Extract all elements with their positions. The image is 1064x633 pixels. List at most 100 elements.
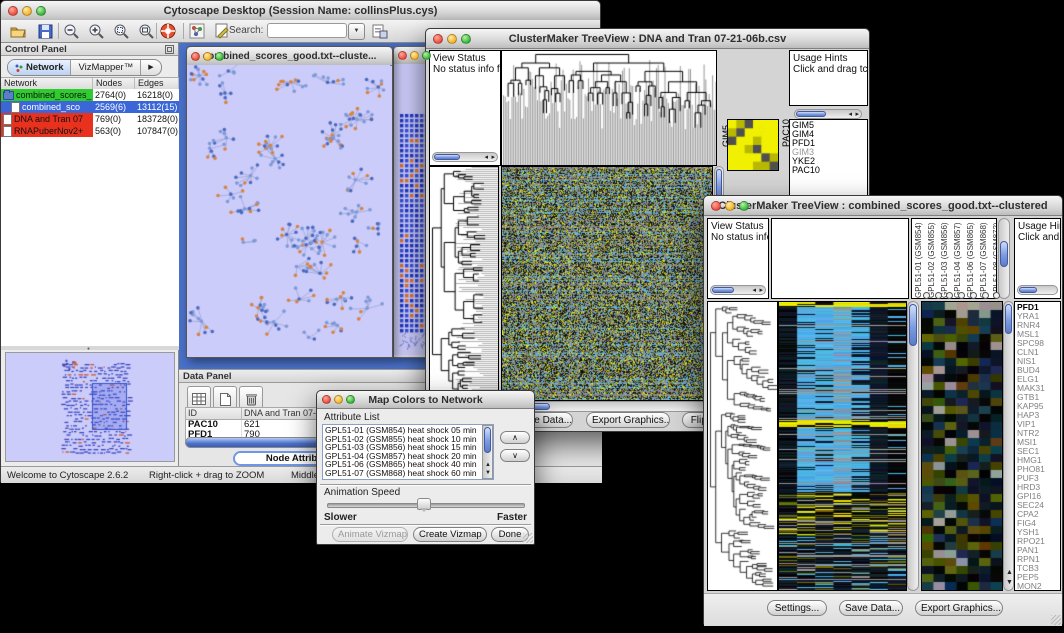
column-dendrogram[interactable]: [501, 50, 717, 166]
attribute-item[interactable]: GPL51-07 (GSM868) heat shock 60 min: [325, 469, 481, 478]
view-status-scrollbar[interactable]: ◂ ▸: [710, 285, 766, 295]
close-icon[interactable]: [191, 52, 200, 61]
scroll-thumb[interactable]: [712, 287, 734, 293]
animate-vizmap-button[interactable]: Animate Vizmap: [332, 527, 408, 542]
col-nodes[interactable]: Nodes: [93, 78, 135, 89]
resize-grip[interactable]: [1051, 615, 1061, 625]
search-dropdown-button[interactable]: ▼: [348, 23, 365, 40]
column-label[interactable]: GPL51-08 (GSM872): [992, 220, 997, 298]
export-graphics-button[interactable]: Export Graphics...: [586, 412, 670, 428]
scroll-thumb[interactable]: [1019, 287, 1037, 293]
minimize-icon[interactable]: [22, 6, 32, 16]
row-label[interactable]: PAC10: [792, 166, 867, 175]
scroll-thumb[interactable]: [434, 154, 460, 160]
save-icon[interactable]: [36, 22, 54, 40]
gene-list-vscrollbar[interactable]: ▲ ▼: [1003, 301, 1014, 591]
export-graphics-button[interactable]: Export Graphics...: [915, 600, 1003, 616]
tab-vizmapper[interactable]: VizMapper™: [71, 60, 141, 75]
network-row[interactable]: combined_scores_2764(0)16218(0): [1, 89, 179, 101]
attribute-item[interactable]: GPL51-02 (GSM855) heat shock 10 min: [325, 435, 481, 444]
dialog-titlebar[interactable]: Map Colors to Network: [317, 391, 534, 409]
view-status-scrollbar[interactable]: ◂ ▸: [432, 152, 498, 162]
scroll-left-icon[interactable]: ◂: [848, 111, 852, 119]
gene-label[interactable]: MON2: [1017, 582, 1060, 591]
network-overview-thumbnail[interactable]: [5, 352, 175, 462]
scroll-right-icon[interactable]: ▸: [491, 154, 495, 162]
help-lifering-icon[interactable]: [159, 22, 177, 40]
col-network[interactable]: Network: [1, 78, 93, 89]
close-icon[interactable]: [322, 395, 331, 404]
scroll-thumb[interactable]: [1000, 241, 1008, 267]
open-file-icon[interactable]: [9, 22, 27, 40]
network-window-titlebar[interactable]: combined_scores_good.txt--cluste...: [187, 47, 392, 66]
close-icon[interactable]: [433, 34, 443, 44]
scroll-left-icon[interactable]: ◂: [484, 154, 488, 162]
column-label[interactable]: GPL51-06 (GSM865): [966, 220, 976, 298]
usage-hints-scrollbar[interactable]: ◂ ▸: [794, 109, 862, 119]
attribute-list[interactable]: GPL51-01 (GSM854) heat shock 05 minGPL51…: [322, 424, 494, 480]
tab-overflow-arrow[interactable]: ▶: [141, 60, 160, 75]
col-id[interactable]: ID: [186, 408, 242, 419]
scroll-thumb[interactable]: [909, 304, 917, 346]
zoom-in-icon[interactable]: [87, 22, 105, 40]
zoom-heatmap[interactable]: [921, 301, 1003, 591]
column-dendrogram-panel[interactable]: [771, 218, 909, 299]
close-icon[interactable]: [711, 201, 721, 211]
create-vizmap-button[interactable]: Create Vizmap: [413, 527, 487, 542]
minimize-icon[interactable]: [203, 52, 212, 61]
column-label[interactable]: GPL51-01 (GSM854): [914, 220, 924, 298]
treeview1-titlebar[interactable]: ClusterMaker TreeView : DNA and Tran 07-…: [426, 29, 869, 49]
column-label[interactable]: GPL51-03 (GSM856): [940, 220, 950, 298]
scroll-thumb[interactable]: [1005, 304, 1012, 334]
attribute-item[interactable]: GPL51-03 (GSM856) heat shock 15 min: [325, 443, 481, 452]
network-row[interactable]: DNA and Tran 07769(0)183728(0): [1, 113, 179, 125]
top-vscrollbar[interactable]: [998, 218, 1010, 299]
heatmap-vscrollbar[interactable]: [907, 301, 919, 591]
save-data-button[interactable]: Save Data...: [839, 600, 903, 616]
float-panel-icon[interactable]: [165, 45, 174, 58]
resize-grip[interactable]: [523, 533, 533, 543]
minimize-icon[interactable]: [447, 34, 457, 44]
col-edges[interactable]: Edges: [135, 78, 179, 89]
attribute-browser-icon[interactable]: [371, 22, 389, 40]
zoom-window-icon[interactable]: [36, 6, 46, 16]
tab-network[interactable]: Network: [8, 60, 71, 75]
usage-hints-scrollbar[interactable]: [1017, 285, 1058, 295]
global-heatmap[interactable]: [778, 301, 907, 591]
minimize-icon[interactable]: [410, 51, 419, 60]
zoom-window-icon[interactable]: [422, 51, 431, 60]
zoom-window-icon[interactable]: [461, 34, 471, 44]
search-input[interactable]: [267, 23, 347, 38]
scroll-thumb[interactable]: [484, 427, 491, 453]
column-label[interactable]: GPL51-02 (GSM855): [927, 220, 937, 298]
move-down-button[interactable]: ∨: [500, 449, 530, 462]
close-icon[interactable]: [398, 51, 407, 60]
window-controls[interactable]: [8, 6, 46, 16]
network-row[interactable]: RNAPuberNov2+563(0)107847(0): [1, 125, 179, 137]
settings-button[interactable]: Settings...: [767, 600, 827, 616]
network-row[interactable]: combined_sco2569(6)13112(15): [1, 101, 179, 113]
attribute-item[interactable]: GPL51-01 (GSM854) heat shock 05 min: [325, 426, 481, 435]
move-up-button[interactable]: ∧: [500, 431, 530, 444]
zoom-heatmap[interactable]: [727, 119, 779, 171]
scroll-up-icon[interactable]: ▲: [485, 461, 491, 469]
global-heatmap[interactable]: [501, 166, 713, 401]
scroll-up-icon[interactable]: ▲: [1006, 569, 1013, 577]
scroll-right-icon[interactable]: ▸: [759, 287, 763, 295]
scroll-left-icon[interactable]: ◂: [752, 287, 756, 295]
zoom-window-icon[interactable]: [346, 395, 355, 404]
scroll-down-icon[interactable]: ▼: [485, 469, 491, 477]
network-palette-icon[interactable]: [188, 22, 206, 40]
scroll-right-icon[interactable]: ▸: [855, 111, 859, 119]
zoom-out-icon[interactable]: [62, 22, 80, 40]
minimize-icon[interactable]: [334, 395, 343, 404]
scroll-down-icon[interactable]: ▼: [1006, 579, 1013, 587]
treeview2-titlebar[interactable]: ClusterMaker TreeView : combined_scores_…: [704, 196, 1062, 216]
zoom-selected-icon[interactable]: [112, 22, 130, 40]
zoom-window-icon[interactable]: [215, 52, 224, 61]
minimize-icon[interactable]: [725, 201, 735, 211]
close-icon[interactable]: [8, 6, 18, 16]
attribute-item[interactable]: GPL51-04 (GSM857) heat shock 20 min: [325, 452, 481, 461]
attribute-item[interactable]: GPL51-06 (GSM865) heat shock 40 min: [325, 460, 481, 469]
slider-thumb[interactable]: [417, 498, 431, 510]
